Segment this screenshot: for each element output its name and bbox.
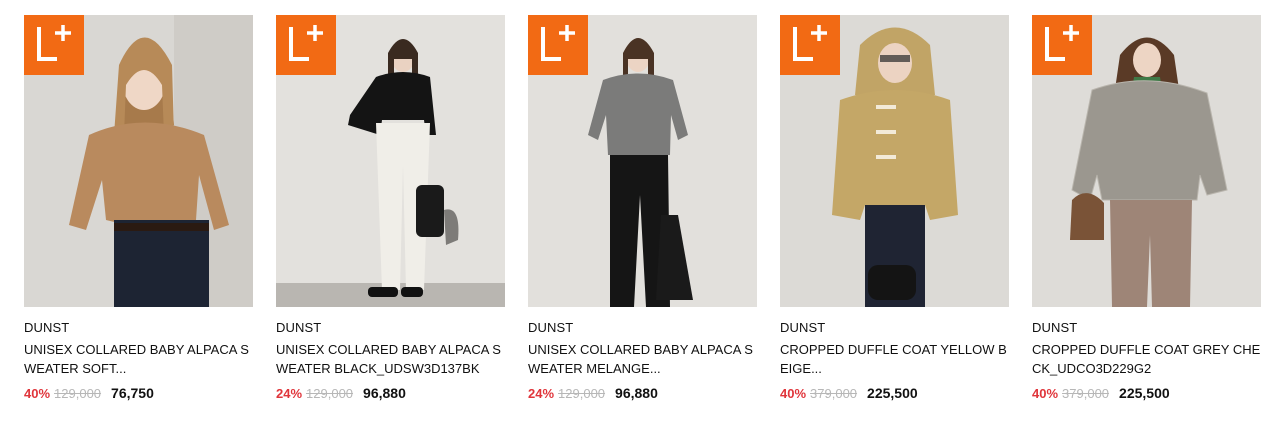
product-image[interactable] [780,15,1009,307]
product-card[interactable]: DUNST UNISEX COLLARED BABY ALPACA SWEATE… [24,15,253,402]
lplus-badge-icon [1032,15,1092,75]
product-title[interactable]: CROPPED DUFFLE COAT YELLOW BEIGE... [780,340,1009,378]
product-brand[interactable]: DUNST [276,320,505,335]
original-price: 379,000 [1062,386,1110,401]
lplus-badge-icon [780,15,840,75]
discount-rate: 40% [780,386,807,401]
product-brand[interactable]: DUNST [1032,320,1261,335]
price-row: 40% 129,000 76,750 [24,385,253,402]
product-title[interactable]: UNISEX COLLARED BABY ALPACA SWEATER BLAC… [276,340,505,378]
product-title[interactable]: CROPPED DUFFLE COAT GREY CHECK_UDCO3D229… [1032,340,1261,378]
product-brand[interactable]: DUNST [780,320,1009,335]
product-image[interactable] [1032,15,1261,307]
product-card[interactable]: DUNST UNISEX COLLARED BABY ALPACA SWEATE… [528,15,757,402]
original-price: 129,000 [306,386,354,401]
discount-rate: 40% [24,386,51,401]
sale-price: 225,500 [867,385,918,401]
product-card[interactable]: DUNST UNISEX COLLARED BABY ALPACA SWEATE… [276,15,505,402]
product-brand[interactable]: DUNST [24,320,253,335]
product-image[interactable] [276,15,505,307]
price-row: 40% 379,000 225,500 [1032,385,1261,402]
product-title[interactable]: UNISEX COLLARED BABY ALPACA SWEATER SOFT… [24,340,253,378]
product-title[interactable]: UNISEX COLLARED BABY ALPACA SWEATER MELA… [528,340,757,378]
sale-price: 96,880 [615,385,658,401]
original-price: 129,000 [54,386,102,401]
lplus-badge-icon [24,15,84,75]
product-card[interactable]: DUNST CROPPED DUFFLE COAT YELLOW BEIGE..… [780,15,1009,402]
lplus-badge-icon [276,15,336,75]
product-image[interactable] [528,15,757,307]
original-price: 129,000 [558,386,606,401]
discount-rate: 40% [1032,386,1059,401]
product-image[interactable] [24,15,253,307]
sale-price: 96,880 [363,385,406,401]
product-grid: DUNST UNISEX COLLARED BABY ALPACA SWEATE… [24,15,1261,402]
price-row: 24% 129,000 96,880 [528,385,757,402]
sale-price: 225,500 [1119,385,1170,401]
original-price: 379,000 [810,386,858,401]
sale-price: 76,750 [111,385,154,401]
discount-rate: 24% [528,386,555,401]
product-card[interactable]: DUNST CROPPED DUFFLE COAT GREY CHECK_UDC… [1032,15,1261,402]
price-row: 40% 379,000 225,500 [780,385,1009,402]
product-brand[interactable]: DUNST [528,320,757,335]
lplus-badge-icon [528,15,588,75]
price-row: 24% 129,000 96,880 [276,385,505,402]
discount-rate: 24% [276,386,303,401]
